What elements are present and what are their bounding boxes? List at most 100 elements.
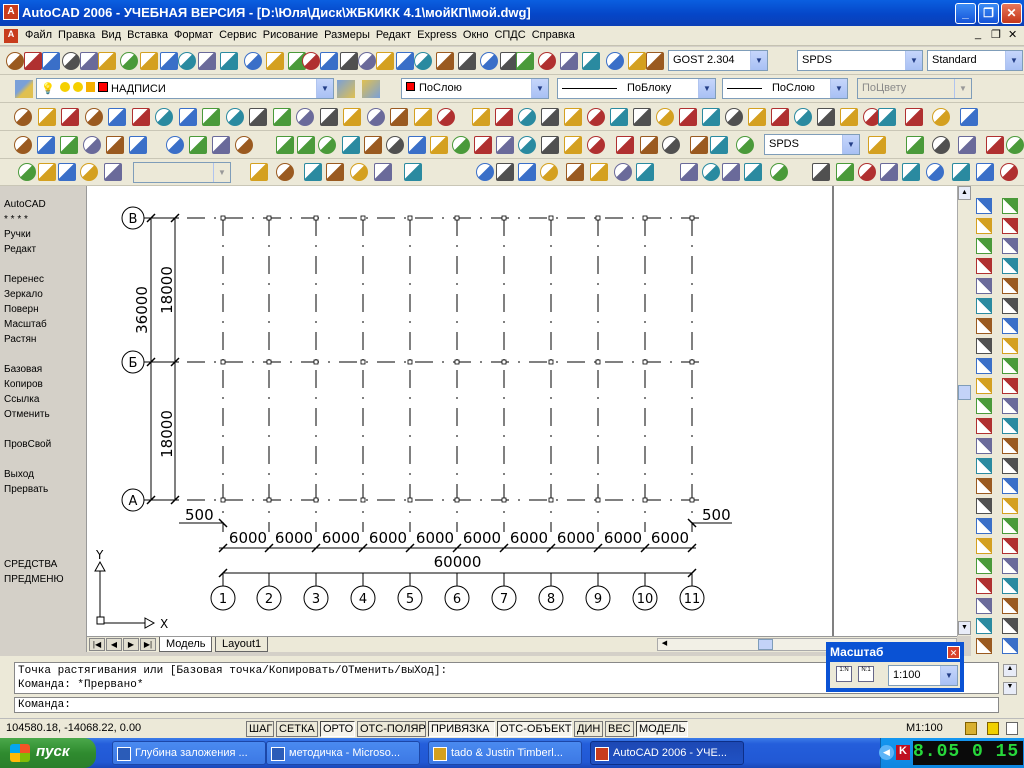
screen-menu-item-5[interactable]: Перенес (2, 272, 86, 287)
right-tool-0-3-icon[interactable] (976, 258, 992, 274)
right-tool-1-14-icon[interactable] (1002, 478, 1018, 494)
right-tool-1-22-icon[interactable] (1002, 638, 1018, 654)
draw-tool-21-icon[interactable] (518, 108, 536, 126)
right-tool-1-9-icon[interactable] (1002, 378, 1018, 394)
scale-toolbar-close-icon[interactable]: ✕ (947, 646, 960, 659)
chevron-left-icon[interactable]: ◀ (879, 745, 894, 760)
standard-tool-13-icon[interactable] (266, 52, 284, 70)
right-tool-1-20-icon[interactable] (1002, 598, 1018, 614)
draw-tool-31-icon[interactable] (748, 108, 766, 126)
right-tool-0-10-icon[interactable] (976, 398, 992, 414)
draw-tool-0-icon[interactable] (14, 108, 32, 126)
draw-tool-17-icon[interactable] (414, 108, 432, 126)
draw-tool-19-icon[interactable] (472, 108, 490, 126)
draw-tool-27-icon[interactable] (656, 108, 674, 126)
annotation-scale[interactable]: M1:100 (904, 721, 945, 737)
scroll-left-icon[interactable]: ◀ (658, 639, 671, 650)
scroll-down-icon[interactable]: ▼ (958, 621, 971, 635)
standard-tool-17-icon[interactable] (340, 52, 358, 70)
spds-tool-23-icon[interactable] (744, 163, 762, 181)
dimension-tool-27-icon[interactable] (662, 136, 680, 154)
spds-tool-30-icon[interactable] (926, 163, 944, 181)
standard-tool-1-icon[interactable] (24, 52, 42, 70)
dimension-tool-32-icon[interactable] (906, 136, 924, 154)
dimension-tool-1-icon[interactable] (37, 136, 55, 154)
dimension-tool-16-icon[interactable] (408, 136, 426, 154)
spds-tool-0-icon[interactable] (18, 163, 36, 181)
standard-tool-27-icon[interactable] (538, 52, 556, 70)
h-scroll-thumb[interactable] (758, 639, 773, 650)
draw-tool-35-icon[interactable] (840, 108, 858, 126)
draw-tool-30-icon[interactable] (725, 108, 743, 126)
scroll-up-icon[interactable]: ▲ (958, 186, 971, 200)
draw-tool-1-icon[interactable] (38, 108, 56, 126)
right-tool-0-12-icon[interactable] (976, 438, 992, 454)
standard-tool-22-icon[interactable] (436, 52, 454, 70)
draw-tool-8-icon[interactable] (202, 108, 220, 126)
draw-tool-12-icon[interactable] (296, 108, 314, 126)
taskbar-item-0[interactable]: Глубина заложения ... (112, 741, 266, 765)
spds-tool-10-icon[interactable] (374, 163, 392, 181)
right-tool-1-16-icon[interactable] (1002, 518, 1018, 534)
scale-toolbar[interactable]: Масштаб ✕ 1:N N:1 1:100 ▼ (826, 642, 964, 692)
standard-tool-7-icon[interactable] (140, 52, 158, 70)
right-tool-0-17-icon[interactable] (976, 538, 992, 554)
drawing-area[interactable]: В Б А 36000 18000 18000 6000 6000 6000 6000 6000 60… (87, 186, 957, 636)
status-toggle-отс-объект[interactable]: ОТС-ОБЪЕКТ (497, 721, 572, 737)
doc-minimize-icon[interactable]: _ (975, 28, 981, 40)
screen-menu-item-13[interactable]: Ссылка (2, 392, 86, 407)
dimension-tool-11-icon[interactable] (297, 136, 315, 154)
status-toggle-привязка[interactable]: ПРИВЯЗКА (428, 721, 495, 737)
dim-style-select-2[interactable]: SPDS ▼ (764, 134, 860, 155)
dimension-tool-3-icon[interactable] (83, 136, 101, 154)
dimension-tool-23-icon[interactable] (564, 136, 582, 154)
status-toggle-орто[interactable]: ОРТО (320, 721, 355, 737)
draw-tool-3-icon[interactable] (85, 108, 103, 126)
draw-tool-23-icon[interactable] (564, 108, 582, 126)
dimension-tool-22-icon[interactable] (541, 136, 559, 154)
dimension-tool-30-icon[interactable] (736, 136, 754, 154)
menu-item-5[interactable]: Сервис (216, 26, 260, 41)
spds-tool-9-icon[interactable] (350, 163, 368, 181)
draw-tool-15-icon[interactable] (367, 108, 385, 126)
standard-tool-29-icon[interactable] (582, 52, 600, 70)
standard-tool-15-icon[interactable] (302, 52, 320, 70)
dimension-tool-35-icon[interactable] (986, 136, 1004, 154)
menu-item-11[interactable]: СПДС (491, 26, 528, 41)
cmd-scroll-down-icon[interactable]: ▼ (1003, 682, 1017, 695)
autocad-app-icon[interactable]: A (3, 4, 19, 20)
draw-tool-29-icon[interactable] (702, 108, 720, 126)
next-tab-icon[interactable]: ▶ (123, 638, 139, 651)
standard-tool-19-icon[interactable] (376, 52, 394, 70)
screen-menu-item-2[interactable]: Ручки (2, 227, 86, 242)
right-tool-0-21-icon[interactable] (976, 618, 992, 634)
right-tool-0-2-icon[interactable] (976, 238, 992, 254)
right-tool-0-5-icon[interactable] (976, 298, 992, 314)
screen-menu-item-11[interactable]: Базовая (2, 362, 86, 377)
doc-restore-icon[interactable]: ❐ (991, 28, 1001, 41)
right-tool-1-11-icon[interactable] (1002, 418, 1018, 434)
right-tool-1-12-icon[interactable] (1002, 438, 1018, 454)
draw-tool-16-icon[interactable] (390, 108, 408, 126)
standard-tool-3-icon[interactable] (62, 52, 80, 70)
lock-icon[interactable] (85, 82, 95, 92)
comm-center-icon[interactable] (987, 722, 999, 735)
dimension-tool-34-icon[interactable] (958, 136, 976, 154)
dimension-tool-31-icon[interactable] (868, 136, 886, 154)
standard-tool-31-icon[interactable] (628, 52, 646, 70)
command-input[interactable] (14, 697, 999, 713)
spds-tool-22-icon[interactable] (722, 163, 740, 181)
right-tool-1-6-icon[interactable] (1002, 318, 1018, 334)
lock-icon[interactable] (965, 722, 977, 735)
dimension-tool-9-icon[interactable] (235, 136, 253, 154)
lightbulb-icon[interactable]: 💡 (41, 83, 55, 95)
standard-tool-11-icon[interactable] (220, 52, 238, 70)
right-tool-1-7-icon[interactable] (1002, 338, 1018, 354)
spds-tool-6-icon[interactable] (276, 163, 294, 181)
spds-tool-14-icon[interactable] (518, 163, 536, 181)
draw-tool-37-icon[interactable] (878, 108, 896, 126)
draw-tool-25-icon[interactable] (610, 108, 628, 126)
prev-tab-icon[interactable]: ◀ (106, 638, 122, 651)
screen-menu-item-24[interactable]: СРЕДСТВА (2, 557, 86, 572)
dimension-tool-21-icon[interactable] (518, 136, 536, 154)
